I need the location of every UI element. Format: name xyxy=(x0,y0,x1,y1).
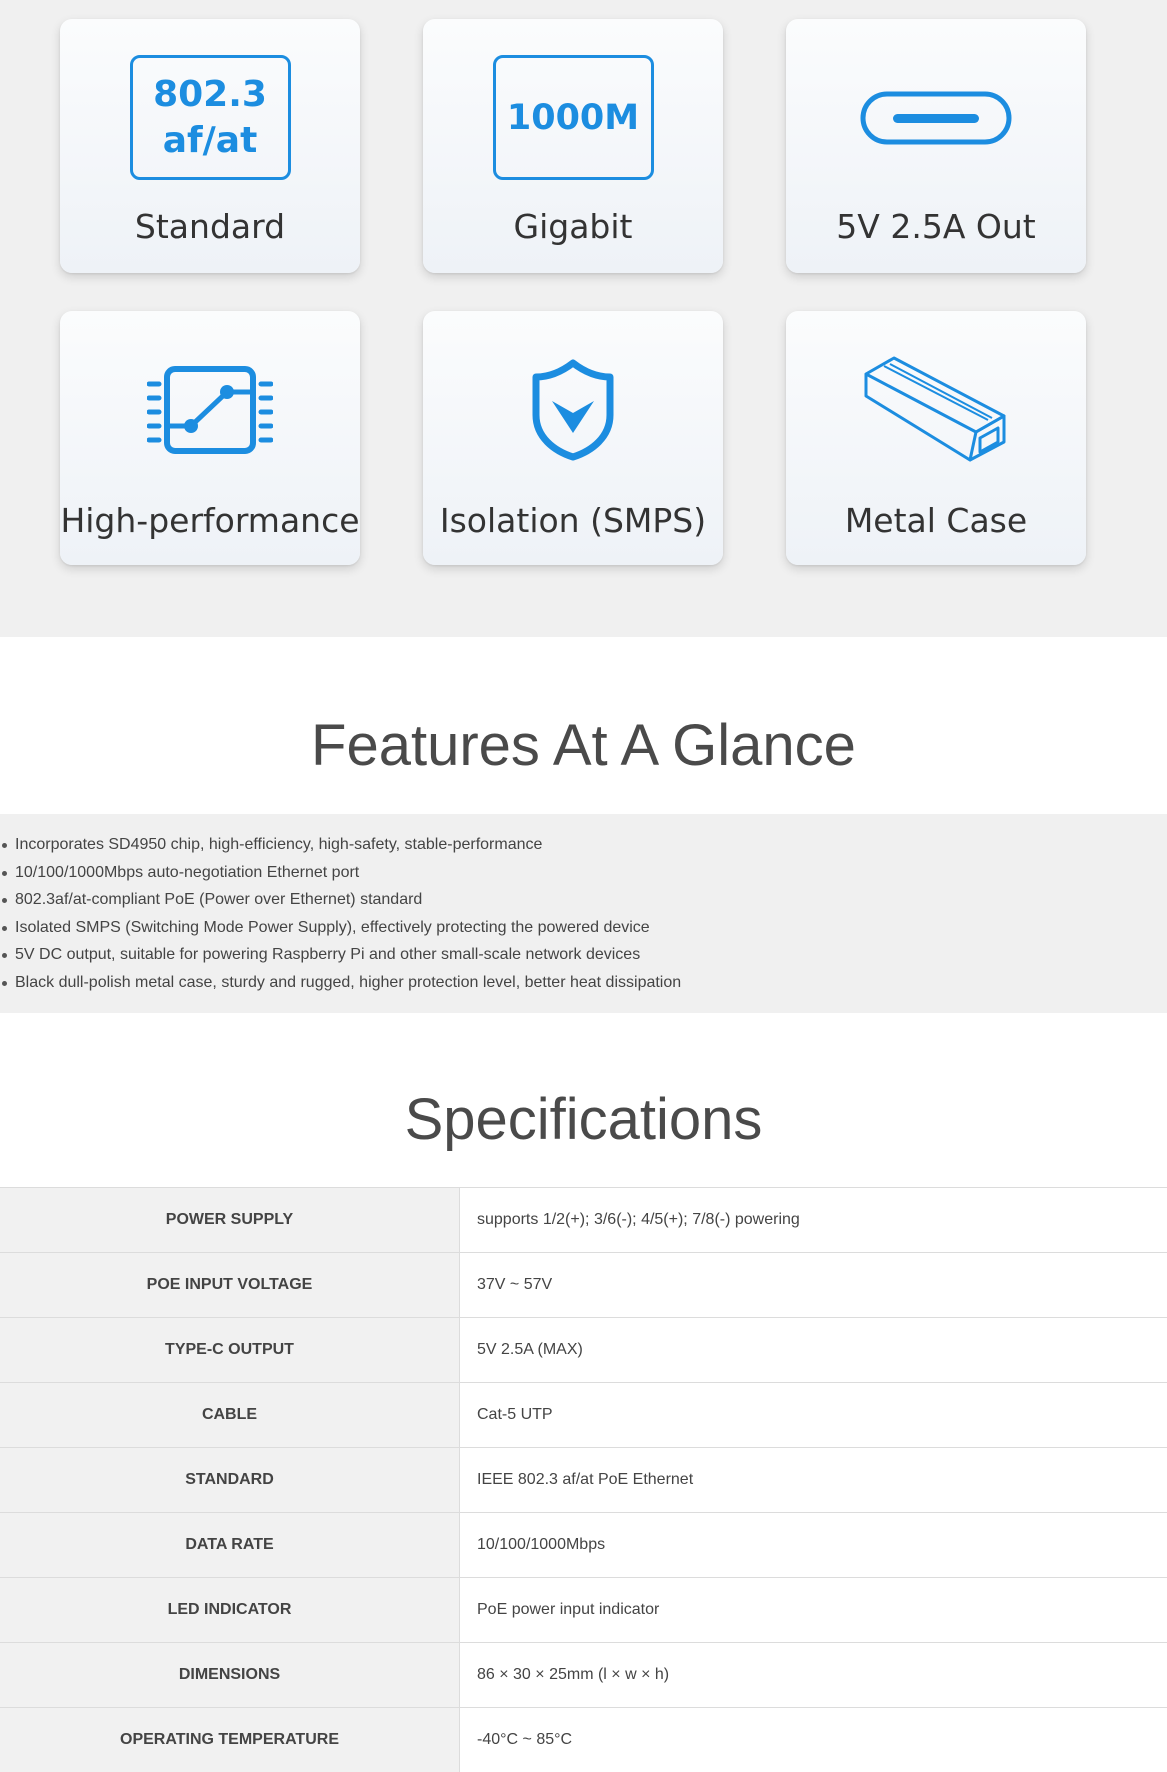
table-row: OPERATING TEMPERATURE-40°C ~ 85°C xyxy=(0,1708,1167,1772)
feature-text: Black dull-polish metal case, sturdy and… xyxy=(15,974,681,991)
gigabit-badge-text: 1000M xyxy=(507,98,639,138)
list-item: Incorporates SD4950 chip, high-efficienc… xyxy=(0,835,1167,863)
feature-text: Isolated SMPS (Switching Mode Power Supp… xyxy=(15,919,650,936)
features-panel: Incorporates SD4950 chip, high-efficienc… xyxy=(0,814,1167,1013)
table-row: POE INPUT VOLTAGE37V ~ 57V xyxy=(0,1253,1167,1318)
spec-key: LED INDICATOR xyxy=(0,1578,460,1643)
list-item: 802.3af/at-compliant PoE (Power over Eth… xyxy=(0,890,1167,918)
table-row: DATA RATE10/100/1000Mbps xyxy=(0,1513,1167,1578)
table-row: CABLECat-5 UTP xyxy=(0,1383,1167,1448)
table-row: TYPE-C OUTPUT5V 2.5A (MAX) xyxy=(0,1318,1167,1383)
feature-text: 802.3af/at-compliant PoE (Power over Eth… xyxy=(15,891,422,908)
spec-value: Cat-5 UTP xyxy=(460,1383,1167,1448)
list-item: Isolated SMPS (Switching Mode Power Supp… xyxy=(0,918,1167,946)
spec-key: STANDARD xyxy=(0,1448,460,1513)
bullet-icon xyxy=(2,871,7,876)
metal-case-icon xyxy=(786,347,1086,472)
spec-value: PoE power input indicator xyxy=(460,1578,1167,1643)
bullet-icon xyxy=(2,926,7,931)
standard-badge-icon: 802.3 af/at xyxy=(60,55,360,180)
spec-value: 5V 2.5A (MAX) xyxy=(460,1318,1167,1383)
chip-circuit-icon xyxy=(60,347,360,472)
bullet-icon xyxy=(2,953,7,958)
gigabit-badge-icon: 1000M xyxy=(423,55,723,180)
feature-text: 5V DC output, suitable for powering Rasp… xyxy=(15,946,640,963)
list-item: Black dull-polish metal case, sturdy and… xyxy=(0,973,1167,1001)
feature-card-label: Isolation (SMPS) xyxy=(423,501,723,540)
feature-card-label: Gigabit xyxy=(423,207,723,246)
features-title: Features At A Glance xyxy=(0,712,1167,779)
feature-card-metal-case: Metal Case xyxy=(786,311,1086,565)
spec-value: -40°C ~ 85°C xyxy=(460,1708,1167,1772)
spec-key: DIMENSIONS xyxy=(0,1643,460,1708)
spec-value: supports 1/2(+); 3/6(-); 4/5(+); 7/8(-) … xyxy=(460,1188,1167,1253)
spec-key: CABLE xyxy=(0,1383,460,1448)
features-list: Incorporates SD4950 chip, high-efficienc… xyxy=(0,814,1167,1001)
specifications-table: POWER SUPPLYsupports 1/2(+); 3/6(-); 4/5… xyxy=(0,1187,1167,1772)
spec-key: POE INPUT VOLTAGE xyxy=(0,1253,460,1318)
spec-key: OPERATING TEMPERATURE xyxy=(0,1708,460,1772)
feature-cards-section: 802.3 af/at Standard 1000M Gigabit 5V 2.… xyxy=(0,0,1167,637)
spec-value: IEEE 802.3 af/at PoE Ethernet xyxy=(460,1448,1167,1513)
table-row: STANDARDIEEE 802.3 af/at PoE Ethernet xyxy=(0,1448,1167,1513)
bullet-icon xyxy=(2,898,7,903)
list-item: 10/100/1000Mbps auto-negotiation Etherne… xyxy=(0,863,1167,891)
bullet-icon xyxy=(2,843,7,848)
list-item: 5V DC output, suitable for powering Rasp… xyxy=(0,945,1167,973)
spec-value: 10/100/1000Mbps xyxy=(460,1513,1167,1578)
feature-card-label: Metal Case xyxy=(786,501,1086,540)
table-row: LED INDICATORPoE power input indicator xyxy=(0,1578,1167,1643)
spec-key: TYPE-C OUTPUT xyxy=(0,1318,460,1383)
feature-text: Incorporates SD4950 chip, high-efficienc… xyxy=(15,836,542,853)
feature-card-label: High-performance xyxy=(60,501,360,540)
feature-card-label: Standard xyxy=(60,207,360,246)
feature-card-performance: High-performance xyxy=(60,311,360,565)
feature-card-standard: 802.3 af/at Standard xyxy=(60,19,360,273)
feature-card-label: 5V 2.5A Out xyxy=(786,207,1086,246)
feature-card-isolation: Isolation (SMPS) xyxy=(423,311,723,565)
standard-badge-line1: 802.3 xyxy=(153,72,267,118)
feature-text: 10/100/1000Mbps auto-negotiation Etherne… xyxy=(15,864,359,881)
shield-check-icon xyxy=(423,347,723,472)
table-row: POWER SUPPLYsupports 1/2(+); 3/6(-); 4/5… xyxy=(0,1188,1167,1253)
spec-key: POWER SUPPLY xyxy=(0,1188,460,1253)
standard-badge-line2: af/at xyxy=(163,118,258,164)
spec-key: DATA RATE xyxy=(0,1513,460,1578)
usb-c-port-icon xyxy=(786,55,1086,180)
feature-card-gigabit: 1000M Gigabit xyxy=(423,19,723,273)
spec-value: 86 × 30 × 25mm (l × w × h) xyxy=(460,1643,1167,1708)
feature-card-output: 5V 2.5A Out xyxy=(786,19,1086,273)
spec-value: 37V ~ 57V xyxy=(460,1253,1167,1318)
bullet-icon xyxy=(2,981,7,986)
table-row: DIMENSIONS86 × 30 × 25mm (l × w × h) xyxy=(0,1643,1167,1708)
specifications-title: Specifications xyxy=(0,1086,1167,1153)
